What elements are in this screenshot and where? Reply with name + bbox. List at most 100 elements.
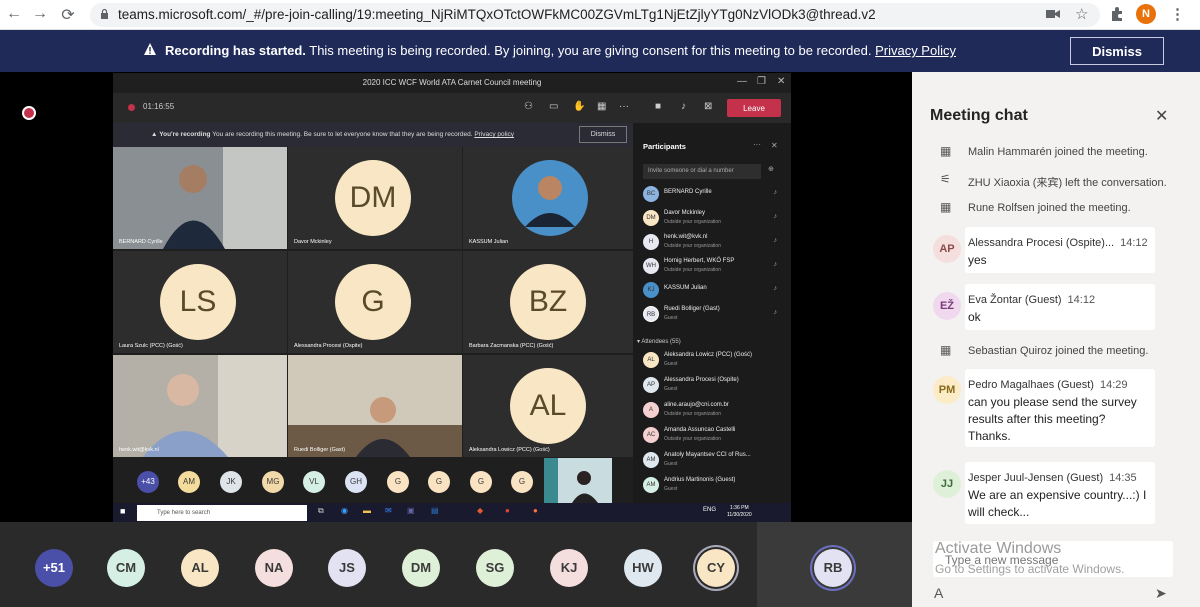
privacy-policy-link[interactable]: Privacy Policy bbox=[875, 43, 956, 58]
message-time: 14:12 bbox=[1067, 294, 1096, 306]
participants-title: Participants bbox=[643, 142, 686, 151]
tile-name: Davor Mckinley bbox=[294, 239, 332, 245]
attendee-row: AP Alessandra Procesi (Ospite) Guest bbox=[643, 374, 783, 396]
tile-name: BERNARD Cyrille bbox=[119, 239, 163, 245]
back-icon[interactable]: ← bbox=[4, 5, 24, 23]
teams-icon: ▣ bbox=[407, 506, 415, 515]
message-input[interactable] bbox=[945, 553, 1145, 567]
message-time: 14:29 bbox=[1099, 379, 1128, 391]
chat-message: Pedro Magalhaes (Guest) 14:29 can you ple… bbox=[965, 369, 1155, 447]
attendee-avatar: AL bbox=[643, 352, 659, 368]
video-tile: Ruedi Bolliger (Gast) bbox=[288, 355, 462, 457]
close-window-icon: ✕ bbox=[777, 76, 786, 87]
participant-avatar[interactable]: HW bbox=[624, 549, 662, 587]
star-icon[interactable]: ☆ bbox=[1075, 5, 1088, 23]
forward-icon[interactable]: → bbox=[30, 5, 50, 23]
participants-more-icon: ··· bbox=[753, 140, 761, 149]
compose-box[interactable] bbox=[933, 541, 1173, 577]
participant-avatar[interactable]: NA bbox=[255, 549, 293, 587]
participant-avatar[interactable]: DM bbox=[402, 549, 440, 587]
participant-name: Ruedi Bolliger (Gast) bbox=[664, 306, 720, 312]
self-video-preview bbox=[544, 458, 612, 503]
attendee-row: AC Amanda Assuncao Castelli Outside your… bbox=[643, 424, 783, 446]
chat-message: Jesper Juul-Jensen (Guest) 14:35 We are a… bbox=[965, 462, 1155, 524]
participant-avatar[interactable]: SG bbox=[476, 549, 514, 587]
video-icon: ■ bbox=[655, 101, 662, 112]
attendee-name: aline.araujo@cni.com.br bbox=[664, 402, 729, 408]
taskbar-search: Type here to search bbox=[137, 505, 307, 521]
participants-close-icon: ✕ bbox=[771, 141, 778, 150]
banner-title: Recording has started. bbox=[165, 43, 306, 58]
mail-icon: ✉ bbox=[385, 506, 392, 515]
warning-icon bbox=[144, 43, 156, 55]
browser-toolbar: ← → ⟳ teams.microsoft.com/_#/pre-join-ca… bbox=[0, 0, 1200, 30]
tile-avatar: G bbox=[335, 264, 411, 340]
participant-name: KASSUM Julian bbox=[664, 285, 707, 291]
join-icon: ▦ bbox=[940, 200, 952, 214]
participant-sub: Outside your organization bbox=[664, 243, 721, 249]
format-icon[interactable]: A bbox=[934, 585, 943, 601]
participant-avatar[interactable]: AL bbox=[181, 549, 219, 587]
participant-row: BC BERNARD Cyrille ♪ bbox=[643, 183, 783, 205]
participant-avatar[interactable]: CM bbox=[107, 549, 145, 587]
participant-row: DM Davor Mckinley Outside your organizat… bbox=[643, 207, 783, 229]
participant-avatar[interactable]: JS bbox=[328, 549, 366, 587]
message-author: Pedro Magalhaes (Guest) bbox=[968, 379, 1094, 391]
leave-icon: ⚟ bbox=[940, 172, 951, 186]
strip-avatar: G bbox=[387, 471, 409, 493]
attendee-row: AM Andrius Martinonis (Guest) Guest bbox=[643, 474, 783, 496]
mic-icon: ♪ bbox=[681, 101, 686, 112]
profile-avatar[interactable]: N bbox=[1136, 4, 1156, 24]
join-icon: ▦ bbox=[940, 144, 952, 158]
system-event: ZHU Xiaoxia (来宾) left the conversation. bbox=[968, 177, 1167, 189]
word-icon: ▤ bbox=[431, 506, 439, 515]
shared-screen: 2020 ICC WCF World ATA Carnet Council me… bbox=[113, 73, 791, 523]
participant-name: henk.wit@kvk.nl bbox=[664, 234, 708, 240]
rooms-icon: ▦ bbox=[597, 101, 607, 112]
self-view-tile: RB bbox=[757, 522, 912, 607]
inner-rec-title: You're recording bbox=[159, 131, 211, 138]
attendee-sub: Guest bbox=[664, 386, 678, 392]
participant-row: H henk.wit@kvk.nl Outside your organizat… bbox=[643, 231, 783, 253]
invite-options-icon: ⊕ bbox=[768, 166, 774, 173]
participant-name: BERNARD Cyrille bbox=[664, 189, 712, 195]
reload-icon[interactable]: ⟳ bbox=[58, 5, 78, 25]
close-icon[interactable]: ✕ bbox=[1155, 106, 1168, 126]
message-avatar: JJ bbox=[933, 470, 961, 498]
menu-icon[interactable]: ⋮ bbox=[1170, 5, 1185, 23]
dismiss-button[interactable]: Dismiss bbox=[1070, 37, 1164, 65]
recording-indicator-icon bbox=[22, 106, 36, 120]
message-author: Eva Žontar (Guest) bbox=[968, 294, 1062, 306]
strip-avatar: G bbox=[428, 471, 450, 493]
participant-sub: Outside your organization bbox=[664, 219, 721, 225]
message-time: 14:35 bbox=[1109, 472, 1137, 484]
strip-avatar: MG bbox=[262, 471, 284, 493]
attendee-row: AM Anatoly Mayantsev CCI of Rus... Guest bbox=[643, 449, 783, 471]
chrome-icon: ● bbox=[505, 506, 510, 515]
window-title: 2020 ICC WCF World ATA Carnet Council me… bbox=[113, 73, 791, 93]
participant-avatar[interactable]: KJ bbox=[550, 549, 588, 587]
participant-avatar[interactable]: CY bbox=[697, 549, 735, 587]
attendee-sub: Guest bbox=[664, 486, 678, 492]
send-icon[interactable]: ➤ bbox=[1155, 585, 1167, 602]
attendee-sub: Outside your organization bbox=[664, 411, 721, 417]
attendee-row: A aline.araujo@cni.com.br Outside your o… bbox=[643, 399, 783, 421]
tile-name: Ruedi Bolliger (Gast) bbox=[294, 447, 346, 453]
tile-avatar: AL bbox=[510, 368, 586, 444]
attendee-avatar: A bbox=[643, 402, 659, 418]
attendees-header: ▾ Attendees (55) bbox=[637, 339, 681, 345]
tile-avatar: DM bbox=[335, 160, 411, 236]
address-bar[interactable]: teams.microsoft.com/_#/pre-join-calling/… bbox=[90, 3, 1100, 27]
share-icon: ⊠ bbox=[704, 101, 713, 112]
attendee-avatar: AM bbox=[643, 477, 659, 493]
mic-off-icon: ♪ bbox=[773, 261, 778, 268]
people-icon: ⚇ bbox=[524, 101, 533, 112]
overflow-participants-button[interactable]: +51 bbox=[35, 549, 73, 587]
message-text: ok bbox=[968, 310, 981, 324]
self-avatar[interactable]: RB bbox=[814, 549, 852, 587]
strip-avatar: G bbox=[470, 471, 492, 493]
camera-icon[interactable] bbox=[1046, 9, 1060, 19]
mic-off-icon: ♪ bbox=[773, 189, 778, 196]
extensions-icon[interactable] bbox=[1110, 7, 1124, 21]
participant-avatar: KJ bbox=[643, 282, 659, 298]
